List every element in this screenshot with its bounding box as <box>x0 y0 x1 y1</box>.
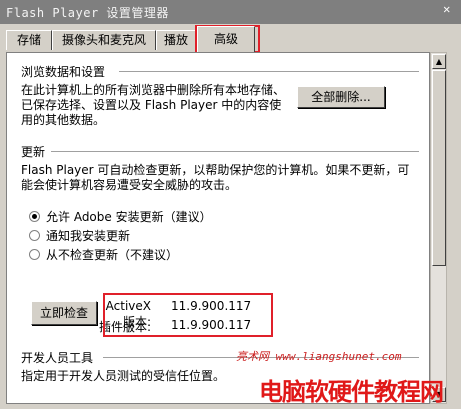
tab-storage[interactable]: 存储 <box>6 30 52 50</box>
updates-section-title: 更新 <box>21 145 46 159</box>
browsing-description: 在此计算机上的所有浏览器中删除所有本地存储、已保存选择、设置以及 Flash P… <box>21 83 286 127</box>
tab-advanced[interactable]: 高级 <box>197 26 255 52</box>
scrollbar-thumb[interactable] <box>432 70 446 266</box>
tab-storage-label: 存储 <box>16 33 41 47</box>
radio-notify-label: 通知我安装更新 <box>46 229 131 243</box>
tab-advanced-label: 高级 <box>213 32 238 46</box>
tab-playback-label: 播放 <box>163 33 188 47</box>
window-title: Flash Player 设置管理器 <box>6 5 169 20</box>
developer-section-title: 开发人员工具 <box>21 351 94 365</box>
plugin-version-value: 11.9.900.117 <box>171 318 252 332</box>
radio-allow-label: 允许 Adobe 安装更新（建议） <box>46 210 212 224</box>
tab-camera-mic[interactable]: 摄像头和麦克风 <box>52 30 156 50</box>
settings-window: Flash Player 设置管理器 ✕ 存储 摄像头和麦克风 播放 高级 浏览… <box>0 0 461 409</box>
updates-description: Flash Player 可自动检查更新，以帮助保护您的计算机。如果不更新，可能… <box>21 163 410 192</box>
activex-version-value: 11.9.900.117 <box>171 299 252 313</box>
browsing-section-title: 浏览数据和设置 <box>21 65 106 79</box>
tab-playback[interactable]: 播放 <box>156 30 196 50</box>
section-divider <box>51 151 419 153</box>
radio-unchecked-icon <box>29 249 40 260</box>
tab-strip: 存储 摄像头和麦克风 播放 高级 <box>0 24 461 53</box>
radio-checked-icon <box>29 211 40 222</box>
radio-never-check[interactable]: 从不检查更新（不建议） <box>29 246 178 263</box>
scroll-up-arrow-icon[interactable]: ▲ <box>432 54 446 69</box>
title-bar: Flash Player 设置管理器 ✕ <box>0 0 461 24</box>
check-now-button[interactable]: 立即检查 <box>31 301 97 325</box>
radio-notify-update[interactable]: 通知我安装更新 <box>29 227 130 244</box>
plugin-version-label: 插件版本: <box>98 320 151 334</box>
radio-unchecked-icon <box>29 230 40 241</box>
delete-all-button[interactable]: 全部删除... <box>297 86 385 108</box>
watermark-url: 亮术网 www.liangshunet.com <box>236 350 402 363</box>
watermark-text: 电脑软硬件教程网 <box>259 378 444 406</box>
radio-never-label: 从不检查更新（不建议） <box>46 248 179 262</box>
section-divider <box>119 71 419 73</box>
tab-camera-mic-label: 摄像头和麦克风 <box>61 33 146 47</box>
vertical-scrollbar[interactable]: ▲ ▼ <box>430 52 447 404</box>
close-icon[interactable]: ✕ <box>439 2 455 16</box>
radio-allow-auto-update[interactable]: 允许 Adobe 安装更新（建议） <box>29 208 212 225</box>
